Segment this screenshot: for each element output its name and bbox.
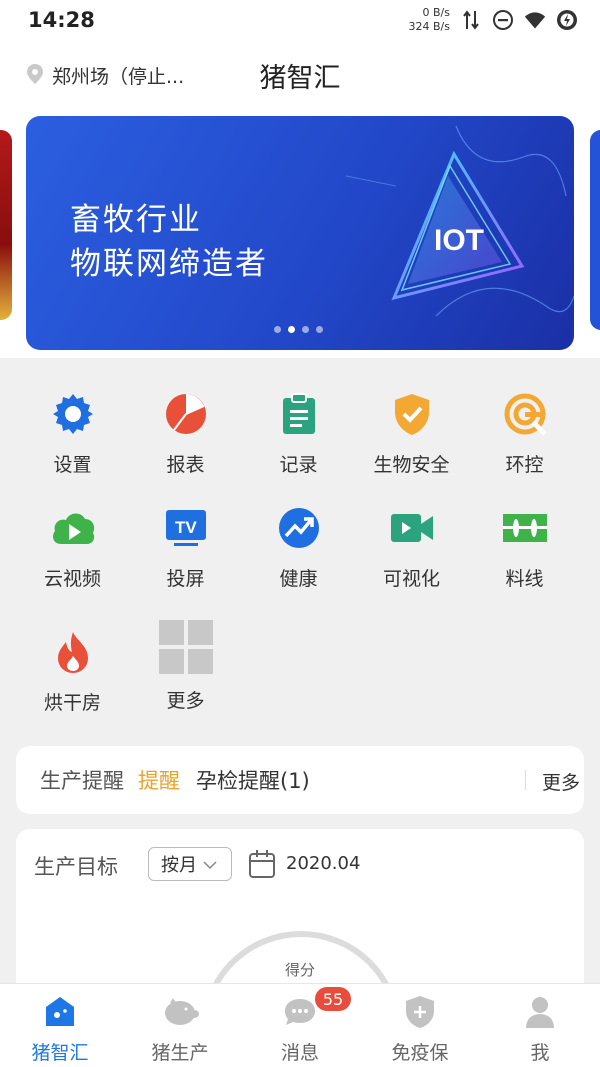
network-speed: 0 B/s 324 B/s: [409, 6, 450, 34]
menu-label: 烘干房: [43, 692, 101, 714]
menu-label: 可视化: [382, 568, 440, 590]
menu-item-reports[interactable]: 报表: [129, 368, 242, 478]
status-indicators: 0 B/s 324 B/s: [409, 6, 578, 34]
page-title: 猪智汇: [259, 63, 341, 94]
menu-label: 记录: [279, 454, 318, 476]
environment-control-icon: [501, 390, 549, 438]
bottom-navigation: 猪智汇 猪生产 消息 免疫保 我 55: [0, 983, 600, 1067]
health-trend-icon: [275, 504, 323, 552]
upload-speed: 0 B/s: [422, 6, 450, 19]
menu-item-drying-room[interactable]: 烘干房: [16, 606, 129, 716]
pregnancy-check-reminder[interactable]: 孕检提醒(1): [196, 765, 310, 795]
nav-label: 消息: [280, 1042, 319, 1064]
data-transfer-icon: [460, 9, 482, 31]
carousel-dot-active: [288, 326, 295, 333]
banner-carousel[interactable]: 畜牧行业 物联网缔造者 IOT: [0, 110, 600, 358]
feed-line-icon: [501, 504, 549, 552]
chevron-down-icon: [203, 854, 217, 875]
carousel-dot: [316, 326, 323, 333]
banner-peek-previous[interactable]: [0, 130, 12, 320]
banner-headline-2: 物联网缔造者: [70, 246, 268, 282]
app-header: 郑州场（停止... 猪智汇: [0, 40, 600, 110]
carousel-dot: [274, 326, 281, 333]
location-selector[interactable]: 郑州场（停止...: [26, 62, 184, 89]
target-title: 生产目标: [34, 855, 118, 879]
divider: [525, 770, 526, 790]
do-not-disturb-icon: [492, 9, 514, 31]
menu-label: 报表: [166, 454, 205, 476]
nav-label: 猪生产: [151, 1042, 209, 1064]
menu-label: 投屏: [166, 568, 205, 590]
battery-charging-icon: [556, 9, 578, 31]
cloud-video-icon: [49, 504, 97, 552]
reminder-tag[interactable]: 提醒: [138, 765, 180, 795]
menu-item-health[interactable]: 健康: [242, 482, 355, 592]
period-select[interactable]: 按月: [148, 847, 232, 881]
pie-chart-icon: [162, 390, 210, 438]
menu-item-settings[interactable]: 设置: [16, 368, 129, 478]
menu-item-visualization[interactable]: 可视化: [355, 482, 468, 592]
carousel-dot: [302, 326, 309, 333]
reminder-title: 生产提醒: [40, 769, 124, 793]
iot-triangle-illustration: IOT: [345, 125, 574, 317]
flame-icon: [49, 628, 97, 676]
svg-text:TV: TV: [175, 518, 197, 537]
nav-label: 猪智汇: [31, 1042, 89, 1064]
nav-tab-profile[interactable]: 我: [480, 984, 600, 1067]
location-pin-icon: [26, 63, 44, 89]
nav-tab-immunization[interactable]: 免疫保: [360, 984, 480, 1067]
menu-label: 料线: [505, 568, 544, 590]
location-name: 郑州场（停止...: [52, 66, 185, 88]
settings-gear-icon: [49, 390, 97, 438]
menu-label: 云视频: [43, 568, 101, 590]
menu-item-feed-line[interactable]: 料线: [468, 482, 581, 592]
banner-art-text: IOT: [434, 224, 484, 257]
user-profile-icon: [520, 992, 560, 1032]
menu-item-more[interactable]: 更多: [129, 606, 242, 716]
banner-headline-1: 畜牧行业: [70, 202, 202, 238]
menu-item-biosecurity[interactable]: 生物安全: [355, 368, 468, 478]
score-label: 得分: [284, 961, 315, 979]
wifi-icon: [524, 9, 546, 31]
status-time: 14:28: [28, 8, 95, 32]
menu-label: 设置: [53, 454, 92, 476]
banner-peek-next[interactable]: [590, 130, 600, 330]
carousel-indicator: [274, 326, 323, 333]
production-reminder-card: 生产提醒 提醒 孕检提醒(1) 更多: [16, 746, 584, 814]
menu-label: 健康: [279, 568, 318, 590]
status-bar: 14:28 0 B/s 324 B/s: [0, 0, 600, 40]
more-grid-icon: [158, 620, 213, 674]
menu-label: 环控: [505, 454, 544, 476]
menu-item-cloud-video[interactable]: 云视频: [16, 482, 129, 592]
menu-label: 生物安全: [373, 454, 450, 476]
calendar-icon[interactable]: [248, 849, 276, 879]
period-value: 按月: [161, 855, 197, 876]
shield-plus-icon: [400, 992, 440, 1032]
target-date[interactable]: 2020.04: [286, 853, 360, 874]
video-camera-icon: [388, 504, 436, 552]
tv-cast-icon: TV: [162, 504, 210, 552]
nav-tab-home[interactable]: 猪智汇: [0, 984, 120, 1067]
pig-icon: [160, 992, 200, 1032]
clipboard-icon: [275, 390, 323, 438]
banner-slide[interactable]: 畜牧行业 物联网缔造者 IOT: [26, 116, 574, 350]
reminder-more-link[interactable]: 更多: [542, 768, 580, 795]
menu-item-screen-cast[interactable]: TV 投屏: [129, 482, 242, 592]
nav-tab-pig-production[interactable]: 猪生产: [120, 984, 240, 1067]
home-icon: [40, 992, 80, 1032]
unread-message-badge: 55: [313, 985, 353, 1013]
menu-item-records[interactable]: 记录: [242, 368, 355, 478]
menu-item-environment-control[interactable]: 环控: [468, 368, 581, 478]
nav-label: 我: [530, 1042, 550, 1064]
download-speed: 324 B/s: [408, 20, 450, 33]
nav-label: 免疫保: [391, 1042, 449, 1064]
menu-label: 更多: [166, 690, 205, 712]
shield-check-icon: [388, 390, 436, 438]
